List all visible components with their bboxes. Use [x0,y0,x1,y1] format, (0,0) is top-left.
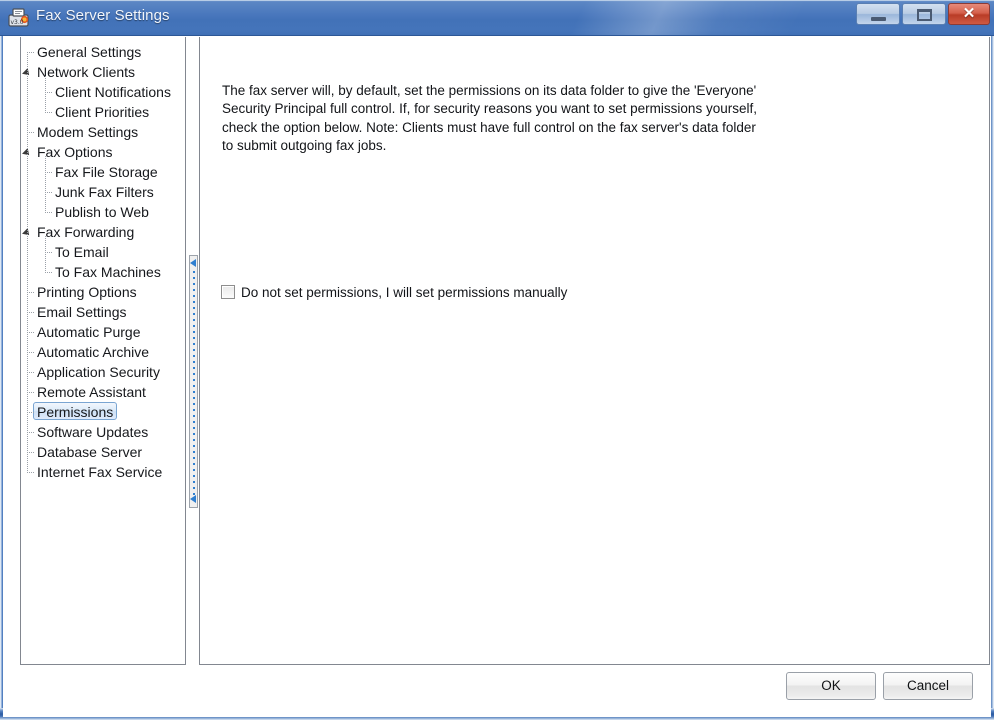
tree-guide-line [45,112,53,113]
tree-item-label: Modem Settings [37,124,139,140]
tree-item-label: Automatic Archive [37,344,150,360]
permissions-description: The fax server will, by default, set the… [222,83,757,153]
tree-item-automatic-purge[interactable]: Automatic Purge [21,322,185,342]
collapse-left-arrow-icon[interactable] [190,495,196,503]
tree-item-label: Junk Fax Filters [55,184,154,200]
tree-item-label: Permissions [33,402,118,420]
tree-guide-line [27,412,35,413]
splitter-grip-dots [193,271,195,495]
tree-item-label: Application Security [37,364,160,380]
svg-text:v3.0: v3.0 [11,19,24,26]
tree-guide-line [27,52,28,472]
tree-guide-line [27,132,35,133]
tree-item-label: Printing Options [37,284,137,300]
tree-guide-line [27,432,35,433]
tree-item-label: General Settings [37,44,142,60]
maximize-icon [917,9,932,21]
ok-button[interactable]: OK [786,672,876,700]
title-bar-highlight [0,0,994,1]
tree-guide-line [45,236,46,272]
fax-machine-icon: v3.0 [8,8,29,27]
tree-guide-line [27,52,35,53]
window-title: Fax Server Settings [36,7,170,24]
permissions-settings-panel: The fax server will, by default, set the… [199,37,990,665]
tree-item-printing-options[interactable]: Printing Options [21,282,185,302]
tree-guide-line [45,172,53,173]
tree-item-label: Internet Fax Service [37,464,163,480]
tree-guide-line [27,472,35,473]
tree-guide-line [45,76,46,112]
tree-item-application-security[interactable]: Application Security [21,362,185,382]
tree-item-label: Client Notifications [55,84,171,100]
minimize-icon [871,17,886,21]
tree-item-label: Publish to Web [55,204,149,220]
tree-item-database-server[interactable]: Database Server [21,442,185,462]
dialog-client-area: General Settings Network Clients Client No… [3,36,991,717]
tree-item-label: Software Updates [37,424,149,440]
settings-tree[interactable]: General Settings Network Clients Client No… [20,37,186,665]
tree-guide-line [45,272,53,273]
cancel-button[interactable]: Cancel [883,672,973,700]
tree-guide-line [27,312,35,313]
manual-permissions-checkbox[interactable] [221,285,235,299]
tree-item-permissions[interactable]: Permissions [21,402,185,422]
tree-guide-line [45,212,53,213]
tree-item-label: Email Settings [37,304,127,320]
tree-item-label: Fax File Storage [55,164,158,180]
tree-guide-line [27,292,35,293]
tree-guide-line [45,252,53,253]
minimize-button[interactable] [856,3,900,25]
tree-item-label: To Email [55,244,109,260]
tree-guide-line [45,156,46,212]
tree-guide-line [27,372,35,373]
tree-guide-line [45,192,53,193]
tree-item-automatic-archive[interactable]: Automatic Archive [21,342,185,362]
tree-guide-line [27,392,35,393]
tree-item-software-updates[interactable]: Software Updates [21,422,185,442]
tree-item-label: Fax Forwarding [37,224,135,240]
tree-item-internet-fax-service[interactable]: Internet Fax Service [21,462,185,482]
tree-item-label: Client Priorities [55,104,150,120]
manual-permissions-label: Do not set permissions, I will set permi… [241,285,568,300]
collapse-left-arrow-icon[interactable] [190,259,196,267]
tree-item-modem-settings[interactable]: Modem Settings [21,122,185,142]
tree-guide-line [27,332,35,333]
close-icon: ✕ [962,5,976,22]
tree-item-general-settings[interactable]: General Settings [21,42,185,62]
title-bar[interactable]: v3.0 Fax Server Settings ✕ [0,0,994,36]
tree-guide-line [45,92,53,93]
tree-item-label: Fax Options [37,144,113,160]
tree-item-label: Automatic Purge [37,324,141,340]
application-window: v3.0 Fax Server Settings ✕ General Setti… [0,0,994,720]
tree-guide-line [27,352,35,353]
close-button[interactable]: ✕ [948,3,990,25]
maximize-button[interactable] [902,3,946,25]
tree-item-remote-assistant[interactable]: Remote Assistant [21,382,185,402]
tree-item-label: Remote Assistant [37,384,146,400]
tree-item-label: To Fax Machines [55,264,161,280]
tree-item-label: Database Server [37,444,143,460]
tree-item-email-settings[interactable]: Email Settings [21,302,185,322]
tree-guide-line [27,452,35,453]
tree-item-label: Network Clients [37,64,136,80]
